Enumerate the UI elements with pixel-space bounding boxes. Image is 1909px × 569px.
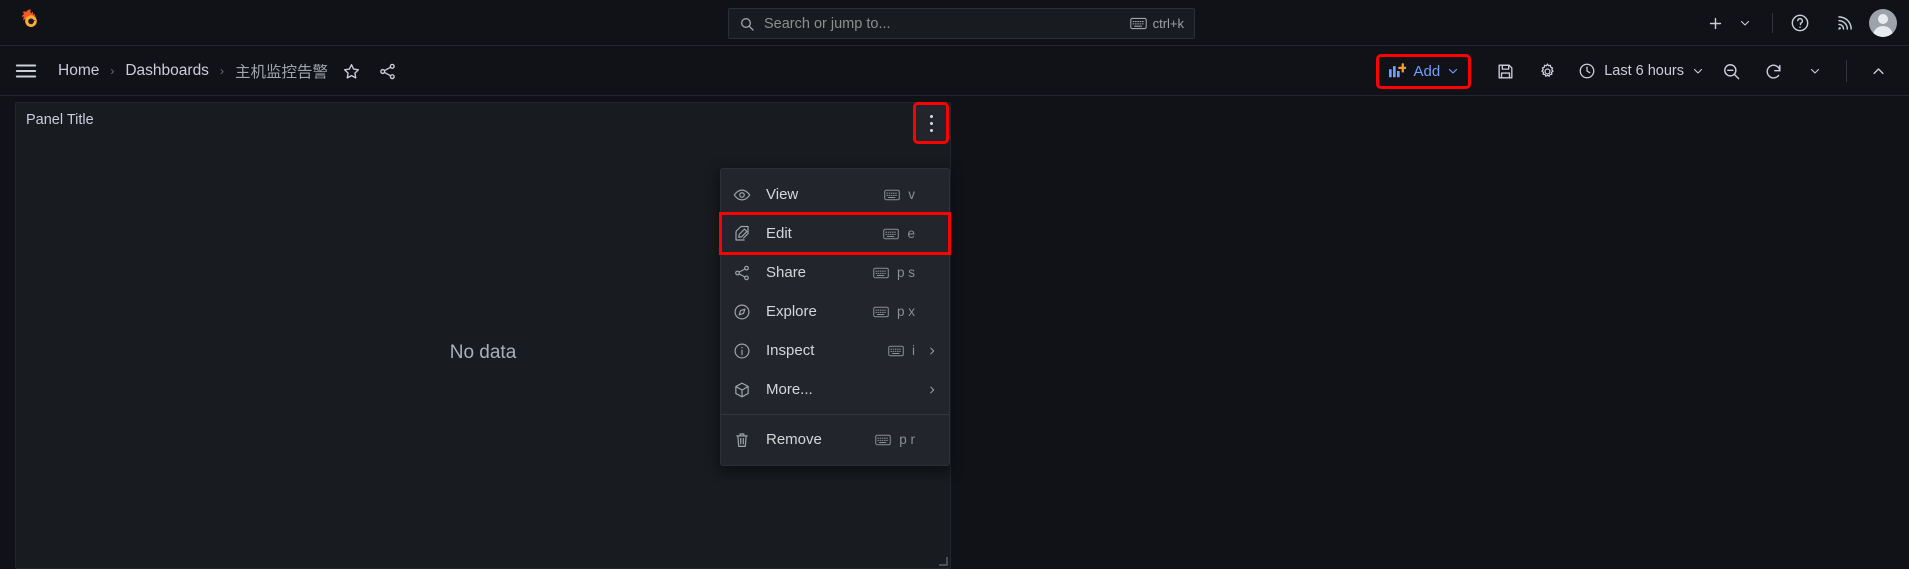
context-menu-item-more[interactable]: More... [721, 370, 949, 409]
search-shortcut-text: ctrl+k [1152, 16, 1184, 31]
search-shortcut-hint: ctrl+k [1129, 16, 1184, 31]
hamburger-icon[interactable] [13, 58, 39, 84]
search-placeholder: Search or jump to... [764, 15, 891, 32]
topbar-actions [1700, 0, 1897, 46]
dashboard-toolbar: Home › Dashboards › 主机监控告警 Add Last 6 ho… [0, 46, 1909, 96]
keyboard-icon [873, 267, 889, 279]
grafana-logo[interactable] [14, 6, 48, 40]
topbar-divider [1772, 13, 1773, 33]
toolbar-divider [1846, 60, 1847, 82]
save-dashboard-button[interactable] [1489, 55, 1521, 87]
breadcrumb-item-home[interactable]: Home [55, 62, 102, 80]
share-dashboard-button[interactable] [373, 56, 403, 86]
breadcrumb-item-dashboards[interactable]: Dashboards [122, 62, 212, 80]
context-menu-item-share[interactable]: Share p s [721, 253, 949, 292]
kebab-dot [929, 114, 933, 118]
context-menu-label: Share [766, 264, 807, 281]
no-data-message: No data [449, 341, 517, 363]
context-menu-item-edit[interactable]: Edit e [719, 212, 951, 255]
refresh-dashboard-button[interactable] [1757, 55, 1789, 87]
clock-icon [1578, 62, 1596, 80]
info-icon [733, 342, 751, 360]
dashboard-canvas: Panel Title No data View v Edit e Share … [0, 96, 1909, 569]
breadcrumb-item-current-dashboard[interactable]: 主机监控告警 [232, 60, 331, 82]
keyboard-icon [888, 345, 904, 357]
context-menu-shortcut-text: v [908, 187, 915, 202]
context-menu-item-inspect[interactable]: Inspect i [721, 331, 949, 370]
search-icon [739, 16, 755, 32]
time-range-picker[interactable]: Last 6 hours [1572, 62, 1710, 80]
panel-title[interactable]: Panel Title [26, 112, 94, 128]
context-menu-label: Inspect [766, 342, 815, 359]
context-menu-label: Edit [766, 225, 792, 242]
user-avatar[interactable] [1869, 9, 1897, 37]
breadcrumb-separator: › [219, 64, 224, 78]
context-menu-label: More... [766, 381, 813, 398]
context-menu-item-explore[interactable]: Explore p x [721, 292, 949, 331]
create-new-chevron-icon[interactable] [1730, 8, 1760, 38]
chevron-right-icon [927, 385, 937, 395]
context-menu-shortcut: e [883, 226, 915, 241]
breadcrumb-separator: › [110, 64, 115, 78]
toolbar-right-actions: Add Last 6 hours [1376, 46, 1899, 96]
context-menu-label: View [766, 186, 799, 203]
context-menu-item-view[interactable]: View v [721, 175, 949, 214]
chevron-down-icon [1692, 65, 1704, 77]
context-menu-shortcut: p r [875, 432, 915, 447]
context-menu-shortcut-text: p s [896, 265, 915, 280]
avatar-body [1873, 26, 1893, 37]
add-panel-button[interactable]: Add [1376, 53, 1472, 89]
context-menu-label: Remove [766, 431, 822, 448]
eye-icon [733, 186, 751, 204]
share-icon [733, 264, 751, 282]
keyboard-icon [873, 306, 889, 318]
dashboard-settings-button[interactable] [1531, 55, 1563, 87]
chevron-right-icon [927, 346, 937, 356]
context-menu-shortcut: v [884, 187, 915, 202]
keyboard-icon [1129, 17, 1147, 30]
help-button[interactable] [1785, 8, 1815, 38]
time-range-label: Last 6 hours [1604, 63, 1684, 79]
context-menu-shortcut-text: e [907, 226, 915, 241]
keyboard-icon [884, 189, 901, 201]
kebab-dot [929, 121, 933, 125]
context-menu-item-remove[interactable]: Remove p r [721, 420, 949, 459]
favorite-dashboard-button[interactable] [337, 56, 367, 86]
context-menu-divider [721, 414, 949, 415]
news-button[interactable] [1829, 8, 1859, 38]
create-new-button[interactable] [1700, 8, 1730, 38]
panel-context-menu: View v Edit e Share p s Explore p x Insp… [719, 168, 951, 466]
context-menu-shortcut: i [888, 343, 915, 358]
keyboard-icon [883, 228, 900, 240]
compass-icon [733, 303, 751, 321]
context-menu-shortcut: p x [873, 304, 915, 319]
pencil-icon [733, 225, 751, 243]
avatar-head [1878, 14, 1888, 24]
add-panel-icon [1388, 63, 1407, 79]
chevron-down-icon [1447, 65, 1459, 77]
search-input[interactable]: Search or jump to... ctrl+k [728, 8, 1195, 39]
top-navigation-bar: Search or jump to... ctrl+k [0, 0, 1909, 46]
collapse-toolbar-button[interactable] [1862, 55, 1894, 87]
refresh-interval-chevron[interactable] [1799, 55, 1831, 87]
keyboard-icon [875, 434, 892, 446]
zoom-out-time-range-button[interactable] [1715, 55, 1747, 87]
context-menu-shortcut-text: p x [896, 304, 915, 319]
panel-header: Panel Title [16, 102, 950, 144]
context-menu-label: Explore [766, 303, 817, 320]
breadcrumb: Home › Dashboards › 主机监控告警 [55, 46, 403, 96]
panel-menu-button[interactable] [913, 102, 949, 144]
add-panel-label: Add [1413, 62, 1441, 80]
context-menu-shortcut: p s [873, 265, 915, 280]
kebab-dot [929, 128, 933, 132]
cube-icon [733, 381, 751, 399]
context-menu-shortcut-text: p r [899, 432, 915, 447]
resize-corner-icon[interactable] [938, 556, 948, 566]
context-menu-shortcut-text: i [912, 343, 915, 358]
trash-icon [733, 431, 751, 449]
